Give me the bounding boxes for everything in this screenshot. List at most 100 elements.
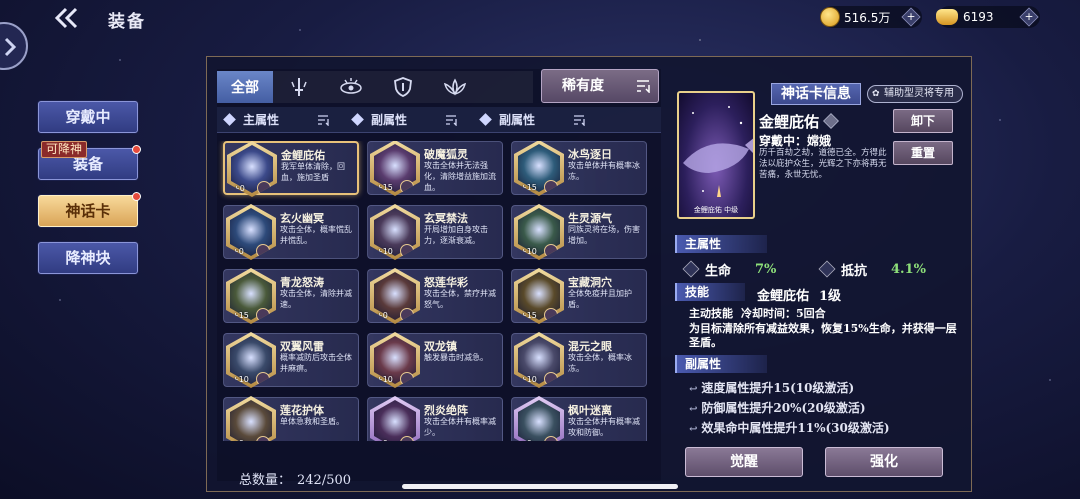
myth-card-item[interactable]: +0 玄火幽冥 攻击全体，概率慌乱并慌乱。 — [223, 204, 359, 260]
tab-defense[interactable] — [377, 71, 429, 103]
reset-button[interactable]: 重置 — [893, 141, 953, 165]
owner-avatar — [257, 181, 271, 195]
filter-sub-attr-2[interactable]: 副属性 — [473, 107, 601, 133]
back-arrow-icon — [54, 7, 78, 29]
skill-cooldown: 冷却时间：5回合 — [741, 307, 826, 320]
owner-avatar — [256, 308, 270, 322]
total-value: 242/500 — [297, 473, 352, 488]
skill-title: 金鲤庇佑 1级 — [757, 285, 841, 304]
card-thumbnail — [518, 400, 560, 441]
ingot-icon — [936, 9, 958, 25]
top-bar: 装备 516.5万 + 6193 + — [0, 0, 1080, 36]
filter-label: 副属性 — [371, 113, 408, 127]
tab-all[interactable]: 全部 — [217, 71, 273, 103]
card-description: 攻击单体并有概率冰冻。 — [568, 161, 640, 181]
home-indicator[interactable] — [402, 484, 678, 489]
shield-icon — [394, 77, 412, 97]
plus-icon: + — [906, 11, 916, 23]
skill-description: 为目标清除所有减益效果，恢复15%生命，并获得一层圣盾。 — [689, 322, 957, 349]
myth-card-item[interactable]: +10 双龙镇 触发暴击时减急。 — [367, 332, 503, 388]
skill-meta: 主动技能 冷却时间：5回合 — [689, 305, 826, 321]
filter-label: 主属性 — [243, 113, 280, 127]
card-description: 单体急救和圣盾。 — [280, 417, 344, 426]
rarity-icon — [823, 113, 839, 129]
card-info-panel: 金鲤庇佑 中级 神话卡信息 ✿ 辅助型灵将专用 金鲤庇佑 穿戴中：嫦娥 历千百劫之… — [669, 69, 969, 481]
stat-hp-value: 7% — [755, 261, 777, 277]
card-level: +10 — [520, 375, 537, 384]
card-level: +0 — [233, 184, 245, 193]
gold-counter: 516.5万 + — [820, 6, 922, 28]
card-artwork: 金鲤庇佑 中级 — [677, 91, 755, 219]
stat-resist-value: 4.1% — [891, 261, 926, 277]
diamond-icon — [351, 113, 364, 126]
owner-avatar — [544, 244, 558, 258]
stat-hp-label: 生命 — [705, 263, 732, 279]
card-medal-frame: +10 — [370, 332, 420, 388]
filter-icon — [446, 115, 457, 126]
card-level: +0 — [376, 311, 388, 320]
myth-card-item[interactable]: +15 破魔狐灵 攻击全体并无法强化，清除增益施加流血。 — [367, 141, 503, 196]
card-description: 攻击全体并无法强化，清除增益施加流血。 — [424, 161, 496, 192]
nav-descend-block[interactable]: 降神块 — [38, 242, 138, 274]
card-level: +15 — [520, 183, 537, 192]
add-ingot-button[interactable]: + — [1019, 7, 1039, 27]
owner-avatar — [400, 308, 414, 322]
nav-myth-card[interactable]: 神话卡 — [38, 192, 141, 227]
myth-card-item[interactable]: +10 混元之眼 攻击全体，概率冰冻。 — [511, 332, 647, 388]
card-level: +0 — [376, 439, 388, 441]
nav-wearing-label: 穿戴中 — [65, 108, 111, 126]
myth-card-item[interactable]: +0 金鲤庇佑 我军单体清除，回血，施加圣盾 — [223, 141, 359, 197]
rarity-label: 稀有度 — [562, 78, 604, 94]
card-level: +15 — [520, 311, 537, 320]
myth-card-item[interactable]: +10 玄冥禁法 开局增加自身攻击力，逐渐衰减。 — [367, 204, 503, 260]
myth-card-item[interactable]: +10 双翼风雷 概率减防后攻击全体并麻痹。 — [223, 332, 359, 388]
tab-attack[interactable] — [273, 71, 325, 103]
myth-card-item[interactable]: +15 青龙怒涛 攻击全体，清除并减速。 — [223, 268, 359, 324]
myth-card-item[interactable]: +15 冰鸟逐日 攻击单体并有概率冰冻。 — [511, 141, 647, 196]
myth-card-item[interactable]: +0莲花护体单体急救和圣盾。 — [223, 396, 359, 441]
filter-icon — [318, 115, 329, 126]
card-level: +10 — [376, 247, 393, 256]
rarity-sort-button[interactable]: 稀有度 — [541, 69, 659, 103]
stat-hp: 生命 7% — [682, 260, 777, 279]
card-medal-frame: +0 — [226, 396, 276, 441]
eye-icon — [340, 78, 362, 94]
awaken-button[interactable]: 觉醒 — [685, 447, 803, 477]
equipped-by: 穿戴中：嫦娥 — [759, 134, 832, 148]
tab-support[interactable] — [429, 71, 481, 103]
page-title: 装备 — [108, 12, 146, 32]
sword-icon — [291, 78, 307, 96]
owner-avatar — [544, 372, 558, 386]
can-descend-tag: 可降神 — [41, 141, 88, 158]
card-description: 全体免疫并且加护盾。 — [568, 289, 632, 309]
myth-card-item[interactable]: +10 生灵源气 同族灵将在场，伤害增加。 — [511, 204, 647, 260]
myth-card-item[interactable]: +0枫叶迷离攻击全体并有概率减攻和防御。 — [511, 396, 647, 441]
nav-wearing[interactable]: 穿戴中 — [38, 101, 138, 133]
unequip-button[interactable]: 卸下 — [893, 109, 953, 133]
filter-icon — [574, 115, 585, 126]
enhance-button[interactable]: 强化 — [825, 447, 943, 477]
card-description: 攻击全体，概率冰冻。 — [568, 353, 632, 373]
card-level: +0 — [520, 439, 532, 441]
card-title: 金鲤庇佑 — [759, 113, 820, 131]
filter-label: 副属性 — [499, 113, 536, 127]
add-gold-button[interactable]: + — [901, 7, 921, 27]
owner-avatar — [400, 244, 414, 258]
card-level: +15 — [232, 311, 249, 320]
filter-sub-attr-1[interactable]: 副属性 — [345, 107, 473, 133]
card-medal-frame: +0 — [227, 141, 277, 197]
card-medal-frame: +15 — [514, 268, 564, 324]
myth-card-item[interactable]: +15 宝藏洞穴 全体免疫并且加护盾。 — [511, 268, 647, 324]
myth-card-item[interactable]: +0 怒莲华彩 攻击全体，禁疗并减怒气。 — [367, 268, 503, 324]
back-button[interactable] — [52, 6, 82, 30]
nav-equipment[interactable]: 可降神 装备 — [38, 141, 141, 180]
tab-magic[interactable] — [325, 71, 377, 103]
myth-card-item[interactable]: +0烈炎绝阵攻击全体并有概率减少。 — [367, 396, 503, 441]
skill-header: 技能 — [675, 283, 745, 301]
support-only-tag: ✿ 辅助型灵将专用 — [867, 85, 963, 103]
lotus-icon — [443, 78, 467, 96]
card-thumbnail — [230, 400, 272, 441]
owner-avatar — [544, 180, 558, 194]
filter-main-attr[interactable]: 主属性 — [217, 107, 345, 133]
card-art-label: 金鲤庇佑 中级 — [693, 206, 739, 214]
